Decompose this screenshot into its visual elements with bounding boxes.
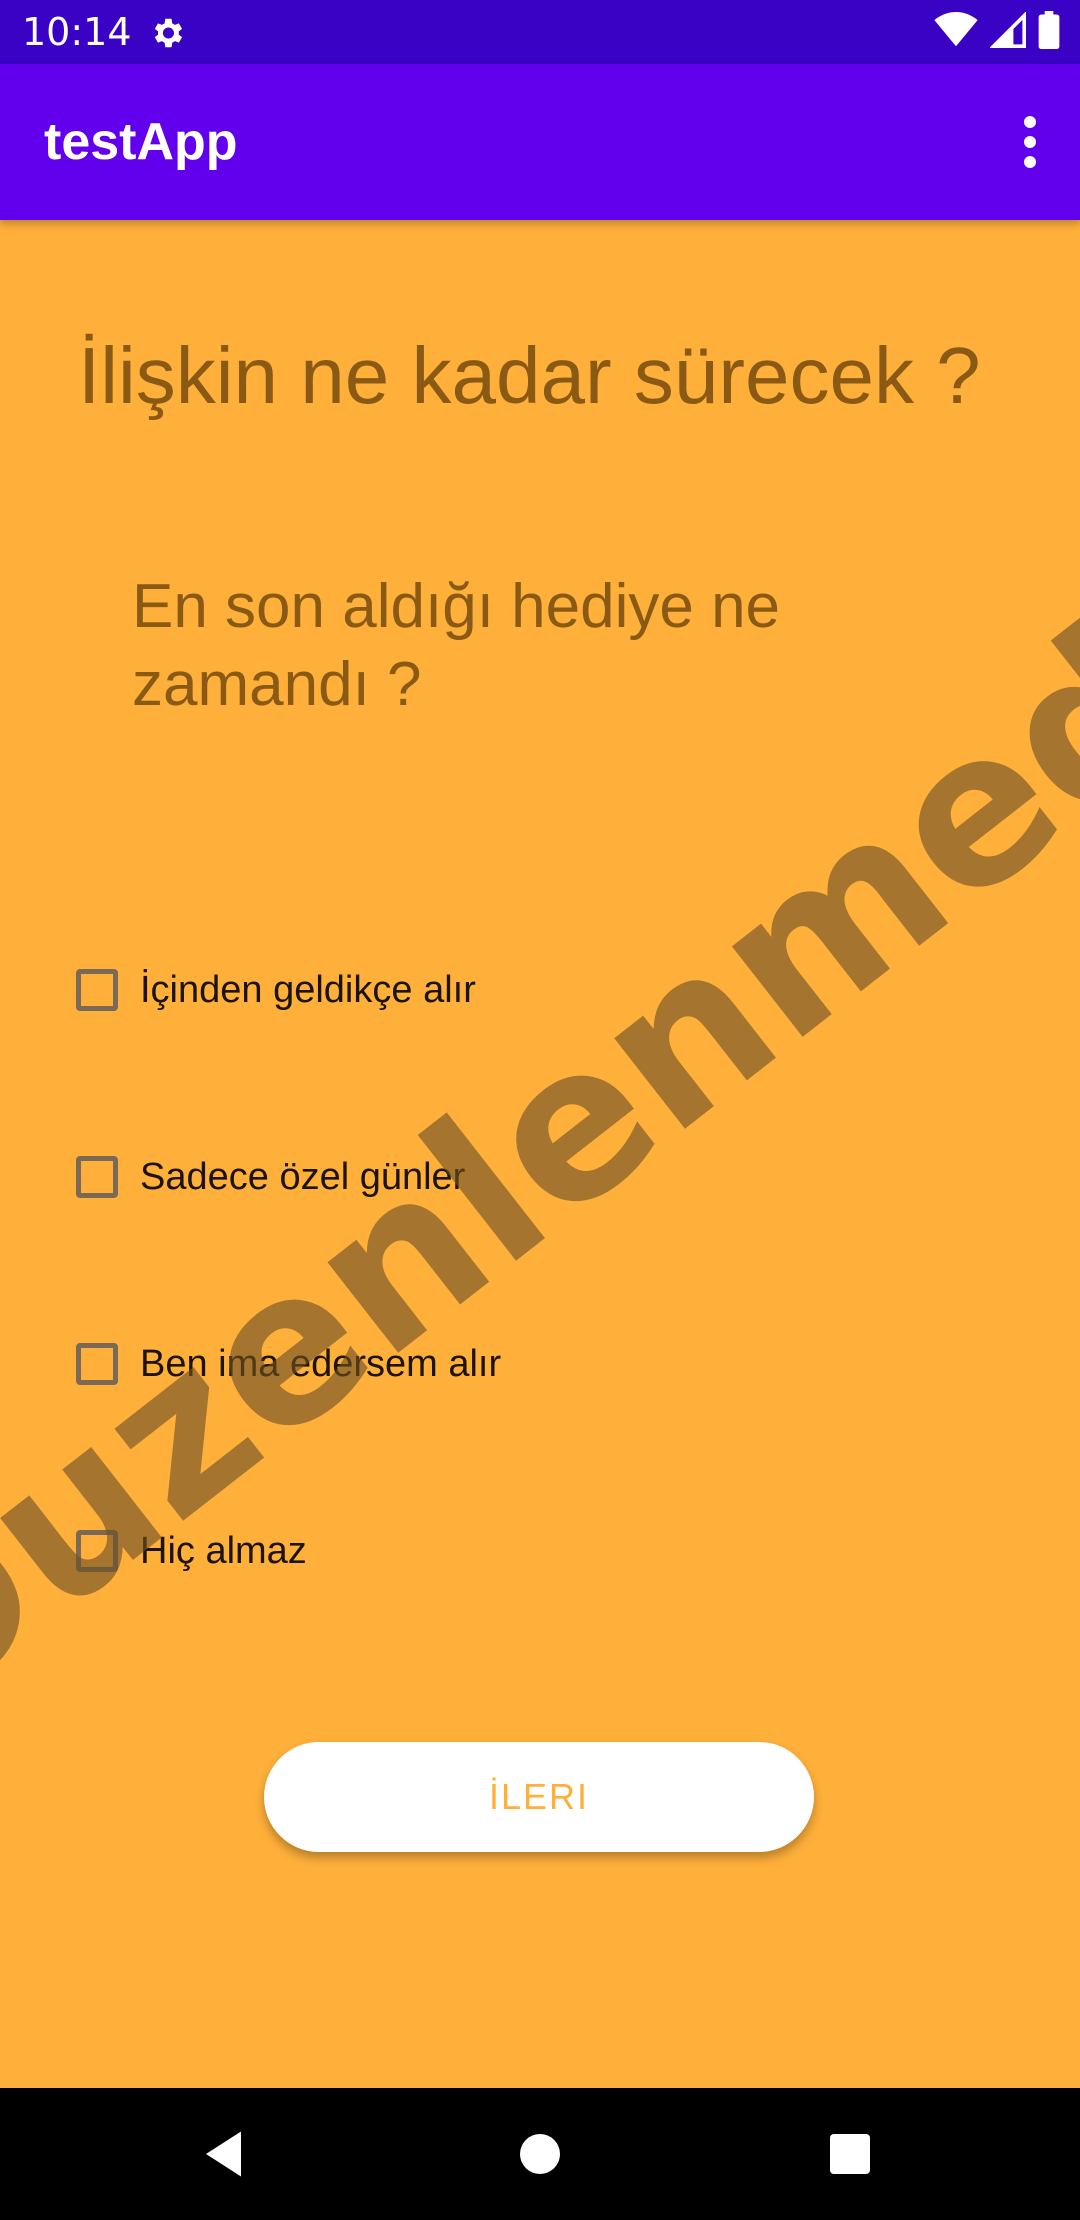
option-label: Ben ima edersem alır [140, 1343, 502, 1385]
app-title: testApp [44, 113, 238, 171]
signal-icon [989, 10, 1026, 53]
status-icons [934, 10, 1060, 54]
battery-icon [1038, 10, 1060, 54]
question-text: En son aldığı hediye ne zamandı ? [132, 572, 781, 719]
checkbox[interactable] [76, 969, 118, 1011]
wifi-icon [934, 11, 978, 53]
next-button[interactable]: İLERI [264, 1742, 814, 1852]
option-label: İçinden geldikçe alır [140, 969, 476, 1011]
status-bar: 10:14 [0, 0, 1080, 64]
home-icon[interactable] [510, 2124, 570, 2184]
app-bar: testApp [0, 64, 1080, 220]
checkbox[interactable] [76, 1530, 118, 1572]
back-icon[interactable] [196, 2124, 256, 2184]
option-2[interactable]: Ben ima edersem alır [74, 1334, 501, 1394]
status-time: 10:14 [22, 10, 132, 54]
gear-icon [148, 14, 186, 52]
option-0[interactable]: İçinden geldikçe alır [74, 960, 476, 1020]
option-3[interactable]: Hiç almaz [74, 1521, 307, 1581]
page-title: İlişkin ne kadar sürecek ? [78, 331, 981, 420]
option-label: Hiç almaz [140, 1530, 307, 1572]
option-label: Sadece özel günler [140, 1156, 466, 1198]
checkbox[interactable] [76, 1343, 118, 1385]
recents-icon[interactable] [820, 2124, 880, 2184]
checkbox[interactable] [76, 1156, 118, 1198]
navigation-bar [0, 2088, 1080, 2220]
screen: 10:14 testApp İlişkin ne kadar sürecek ?… [0, 0, 1080, 2220]
more-vert-icon[interactable] [1010, 114, 1050, 170]
option-1[interactable]: Sadece özel günler [74, 1147, 465, 1207]
